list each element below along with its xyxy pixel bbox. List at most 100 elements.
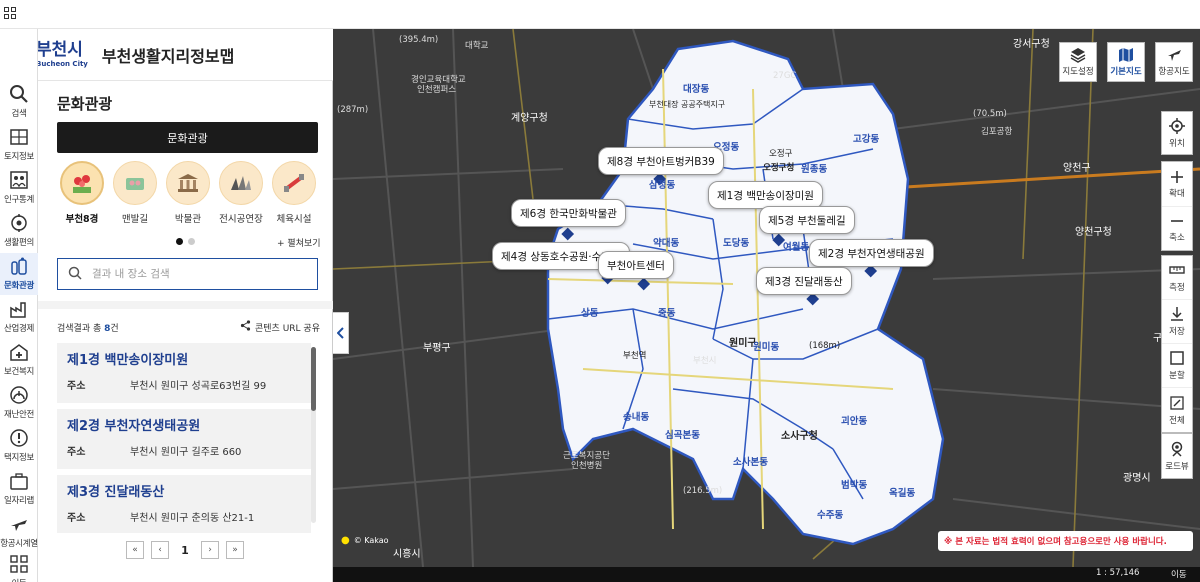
result-title[interactable]: 제3경 진달래동산 <box>67 481 301 500</box>
nav-item-search[interactable]: 검색 <box>0 81 38 123</box>
nav-label: 일자리랩 <box>3 496 35 506</box>
last-page-button[interactable]: » <box>226 541 244 559</box>
map-label: 부평구 <box>423 343 451 354</box>
fullscreen-icon <box>1169 395 1185 414</box>
result-search-box[interactable] <box>57 258 318 290</box>
category-sports-facility[interactable]: 체육시설 <box>269 161 319 225</box>
welfare-icon <box>8 341 30 363</box>
map-callout-art-center[interactable]: 부천아트센터 <box>598 251 674 279</box>
map-label: 양천구 <box>1063 163 1091 174</box>
sports-facility-icon <box>272 161 316 205</box>
nav-item-culture-tourism[interactable]: 문화관광 <box>0 253 38 295</box>
nav-label: 토지정보 <box>3 152 35 162</box>
callout-label: 제1경 백만송이장미원 <box>717 189 814 202</box>
save-button[interactable]: 저장 <box>1162 300 1192 344</box>
category-button[interactable]: 문화관광 <box>57 122 318 153</box>
nav-item-housing[interactable]: 택지정보 <box>0 425 38 467</box>
move-button[interactable]: 이동 <box>1171 568 1187 580</box>
address-key: 주소 <box>67 513 86 524</box>
brand-header: 부천시 Bucheon City 부천생활지리정보맵 <box>0 29 333 81</box>
result-scrollbar[interactable] <box>311 347 316 523</box>
basic-map-button[interactable]: 기본지도 <box>1107 42 1145 82</box>
nav-label: 이동 <box>11 577 26 582</box>
nav-item-convenience[interactable]: 생활편의 <box>0 210 38 252</box>
brand-name: 부천시 <box>36 39 83 60</box>
map-callout-azalea-hill[interactable]: 제3경 진달래동산 <box>756 267 852 295</box>
aerial-timeseries-icon <box>8 513 30 535</box>
apps-grid-icon[interactable] <box>4 7 16 19</box>
map-label: 오정구 <box>769 149 793 159</box>
carousel-dot-1[interactable] <box>176 238 183 245</box>
panel-collapse-button[interactable] <box>333 312 349 354</box>
locate-button[interactable]: 위치 <box>1162 112 1192 154</box>
map-label: 시흥시 <box>393 549 421 560</box>
next-page-button[interactable]: › <box>201 541 219 559</box>
category-barefoot-path[interactable]: 맨발길 <box>110 161 160 225</box>
district-label: 여월동 <box>783 242 810 253</box>
list-item[interactable]: 제1경 백만송이장미원 주소 부천시 원미구 성곡로63번길 99 <box>57 343 311 403</box>
legal-notice: ※ 본 자료는 법적 효력이 없으며 참고용으로만 사용 바랍니다. <box>938 531 1193 551</box>
result-title[interactable]: 제2경 부천자연생태공원 <box>67 415 301 434</box>
address-value: 부천시 원미구 길주로 660 <box>130 447 242 458</box>
split-icon <box>1169 350 1185 369</box>
save-label: 저장 <box>1169 327 1185 337</box>
expand-link[interactable]: + 펼쳐보기 <box>277 236 321 249</box>
result-search-input[interactable] <box>92 268 292 280</box>
zoom-out-label: 축소 <box>1169 233 1185 243</box>
nav-item-more[interactable]: 이동 <box>0 551 38 582</box>
roadview-button[interactable]: 로드뷰 <box>1162 434 1192 478</box>
category-bucheon8[interactable]: 부천8경 <box>57 161 107 225</box>
map-callout-nature-eco-park[interactable]: 제2경 부천자연생태공원 <box>809 239 934 267</box>
share-label: 콘텐츠 URL 공유 <box>255 323 320 334</box>
section-divider <box>38 301 333 309</box>
measure-button[interactable]: 측정 <box>1162 256 1192 300</box>
exhibition-hall-icon <box>219 161 263 205</box>
aerial-map-label: 항공지도 <box>1158 67 1190 77</box>
nav-item-aerial-timeseries[interactable]: 항공시계열 <box>0 511 38 553</box>
map-label: 광명시 <box>1123 473 1151 484</box>
map-callout-rose-garden[interactable]: 제1경 백만송이장미원 <box>708 181 823 209</box>
population-stats-icon <box>8 169 30 191</box>
map-view[interactable]: (395.4m) 대학교 경인교육대학교 인천캠퍼스 (287m) 계양구청 대… <box>333 29 1200 567</box>
nav-item-disaster[interactable]: 재난안전 <box>0 382 38 424</box>
aerial-map-button[interactable]: 항공지도 <box>1155 42 1193 82</box>
full-view-button[interactable]: 전체 <box>1162 388 1192 432</box>
site-title[interactable]: 부천생활지리정보맵 <box>102 43 234 67</box>
first-page-button[interactable]: « <box>126 541 144 559</box>
barefoot-path-icon <box>113 161 157 205</box>
split-button[interactable]: 분할 <box>1162 344 1192 388</box>
district-label: 대장동 <box>683 84 710 95</box>
map-settings-button[interactable]: 지도설정 <box>1059 42 1097 82</box>
nav-item-welfare[interactable]: 보건복지 <box>0 339 38 381</box>
zoom-in-button[interactable]: 확대 <box>1162 162 1192 207</box>
nav-item-industry[interactable]: 산업경제 <box>0 296 38 338</box>
list-item[interactable]: 제3경 진달래동산 주소 부천시 원미구 춘의동 산21-1 <box>57 475 311 533</box>
map-label: 부천역 <box>623 351 647 361</box>
scrollbar-thumb[interactable] <box>311 347 316 411</box>
map-callout-comics-museum[interactable]: 제6경 한국만화박물관 <box>511 199 626 227</box>
map-callout-bucheon-art-bunker[interactable]: 제8경 부천아트벙커B39 <box>598 147 724 175</box>
status-bar: 1 : 57,146 이동 <box>333 567 1200 582</box>
map-label: 김포공항 <box>981 127 1013 137</box>
map-callout-dulle-gil[interactable]: 제5경 부천둘레길 <box>759 206 855 234</box>
map-label: 인천병원 <box>571 461 603 471</box>
share-url-button[interactable]: 콘텐츠 URL 공유 <box>240 320 320 334</box>
result-title[interactable]: 제1경 백만송이장미원 <box>67 349 301 368</box>
list-item[interactable]: 제2경 부천자연생태공원 주소 부천시 원미구 길주로 660 <box>57 409 311 469</box>
district-label: 도당동 <box>723 238 750 249</box>
map-label: (70.5m) <box>973 109 1007 119</box>
prev-page-button[interactable]: ‹ <box>151 541 169 559</box>
nav-item-job-lab[interactable]: 일자리랩 <box>0 468 38 510</box>
locate-label: 위치 <box>1169 138 1185 149</box>
current-page[interactable]: 1 <box>176 544 194 557</box>
category-museum[interactable]: 박물관 <box>163 161 213 225</box>
map-label: 양천구청 <box>1075 227 1112 238</box>
nav-item-land-info[interactable]: 토지정보 <box>0 124 38 166</box>
nav-item-population[interactable]: 인구통계 <box>0 167 38 209</box>
nav-label: 택지정보 <box>3 453 35 463</box>
carousel-dot-2[interactable] <box>188 238 195 245</box>
zoom-out-button[interactable]: 축소 <box>1162 207 1192 250</box>
district-label: 약대동 <box>653 238 680 249</box>
category-exhibition-hall[interactable]: 전시공연장 <box>216 161 266 225</box>
district-label: 원종동 <box>801 164 828 175</box>
